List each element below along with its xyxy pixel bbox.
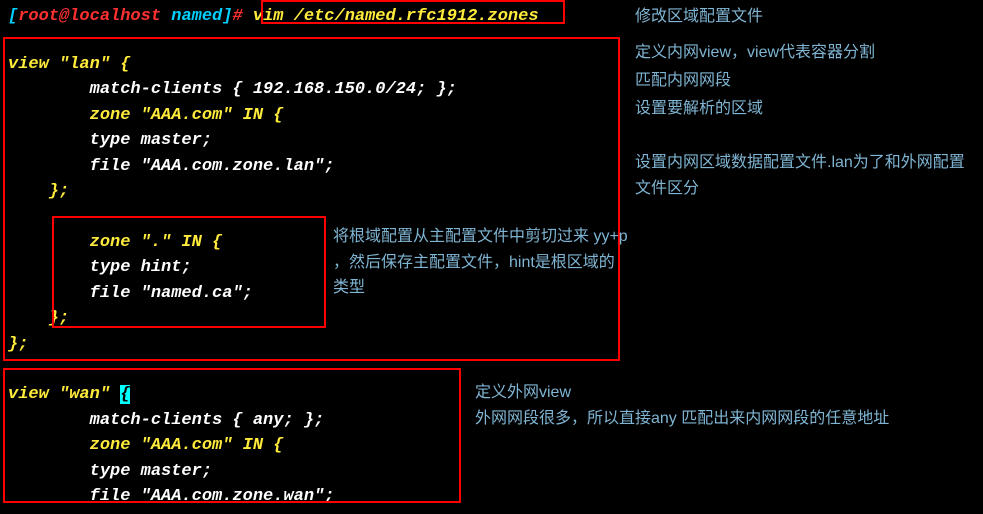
- prompt-at: @: [59, 7, 69, 26]
- prompt-close-bracket: ]: [222, 7, 232, 26]
- annotation-define-wan-view: 定义外网view: [475, 380, 975, 406]
- annotation-set-zone: 设置要解析的区域: [635, 96, 975, 122]
- prompt-user: root: [18, 7, 59, 26]
- prompt-host: localhost: [69, 7, 171, 26]
- prompt-hash: #: [232, 7, 252, 26]
- annotation-lan-file: 设置内网区域数据配置文件.lan为了和外网配置文件区分: [635, 150, 975, 201]
- annotation-wan-any: 外网网段很多，所以直接any 匹配出来内网网段的任意地址: [475, 406, 975, 432]
- annotation-match-lan: 匹配内网网段: [635, 68, 975, 94]
- annotation-define-lan-view: 定义内网view，view代表容器分割: [635, 40, 975, 66]
- redbox-command: [261, 0, 565, 24]
- prompt-dir: named: [171, 7, 222, 26]
- annotation-modify-zone: 修改区域配置文件: [635, 4, 975, 30]
- annotation-root-zone: 将根域配置从主配置文件中剪切过来 yy+p ，然后保存主配置文件，hint是根区…: [333, 224, 629, 301]
- redbox-root-zone: [52, 216, 326, 328]
- prompt-open-bracket: [: [8, 7, 18, 26]
- redbox-wan-view: [3, 368, 461, 503]
